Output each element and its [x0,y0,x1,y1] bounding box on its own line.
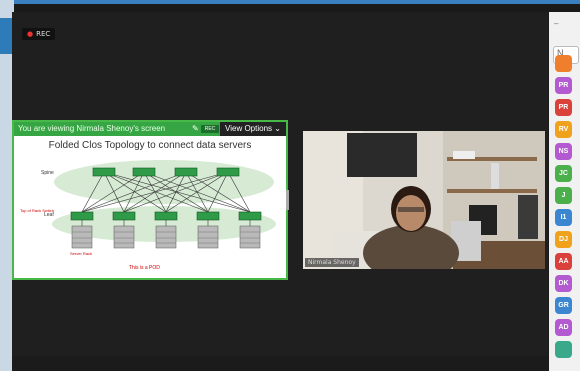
participant-avatar[interactable]: AD [555,319,572,336]
meeting-toolbar-area [12,356,548,371]
server-rack-label: Server Rack [70,251,92,256]
slide-title: Folded Clos Topology to connect data ser… [48,140,252,151]
spine-label: Spine [41,170,54,176]
pod-label: This is a POD [129,265,160,271]
participant-avatar[interactable] [555,341,572,358]
window-top-border [0,0,580,4]
recording-label: REC [36,30,51,38]
participant-avatar[interactable]: GR [555,297,572,314]
video-tile[interactable] [303,131,545,269]
participant-avatar[interactable]: I1 [555,209,572,226]
participant-avatar[interactable]: NS [555,143,572,160]
video-feed [303,131,545,269]
participant-avatar[interactable]: DJ [555,231,572,248]
clos-topology-diagram: Spine Leaf Top of Rack Switch Server Rac… [20,160,276,271]
pin-icon[interactable]: ✎ [192,122,199,136]
participant-avatar[interactable]: J [555,187,572,204]
spine-ellipse [54,160,274,204]
shared-screen[interactable]: You are viewing Nirmala Shenoy's screen … [12,120,288,280]
participant-avatar[interactable]: JC [555,165,572,182]
participant-avatar[interactable]: DK [555,275,572,292]
rec-badge: REC [201,125,219,133]
view-options-button[interactable]: View Options ⌄ [220,122,286,136]
participant-name-label: Nirmala Shenoy [305,258,359,267]
top-of-rack-label: Top of Rack Switch [20,208,54,213]
participant-avatar[interactable]: PR [555,77,572,94]
record-dot-icon: ● [27,30,34,38]
screen-share-text: You are viewing Nirmala Shenoy's screen [18,124,166,133]
recording-indicator: ● REC [22,28,56,40]
collapse-icon[interactable]: – [554,19,558,28]
participant-avatar[interactable] [555,55,572,72]
participant-avatar[interactable]: RV [555,121,572,138]
participants-panel: – N PR PR RV NS JC J I1 DJ AA DK GR AD [549,12,580,371]
panel-resize-handle[interactable] [286,190,289,210]
participant-avatar[interactable]: PR [555,99,572,116]
participant-avatar[interactable]: AA [555,253,572,270]
